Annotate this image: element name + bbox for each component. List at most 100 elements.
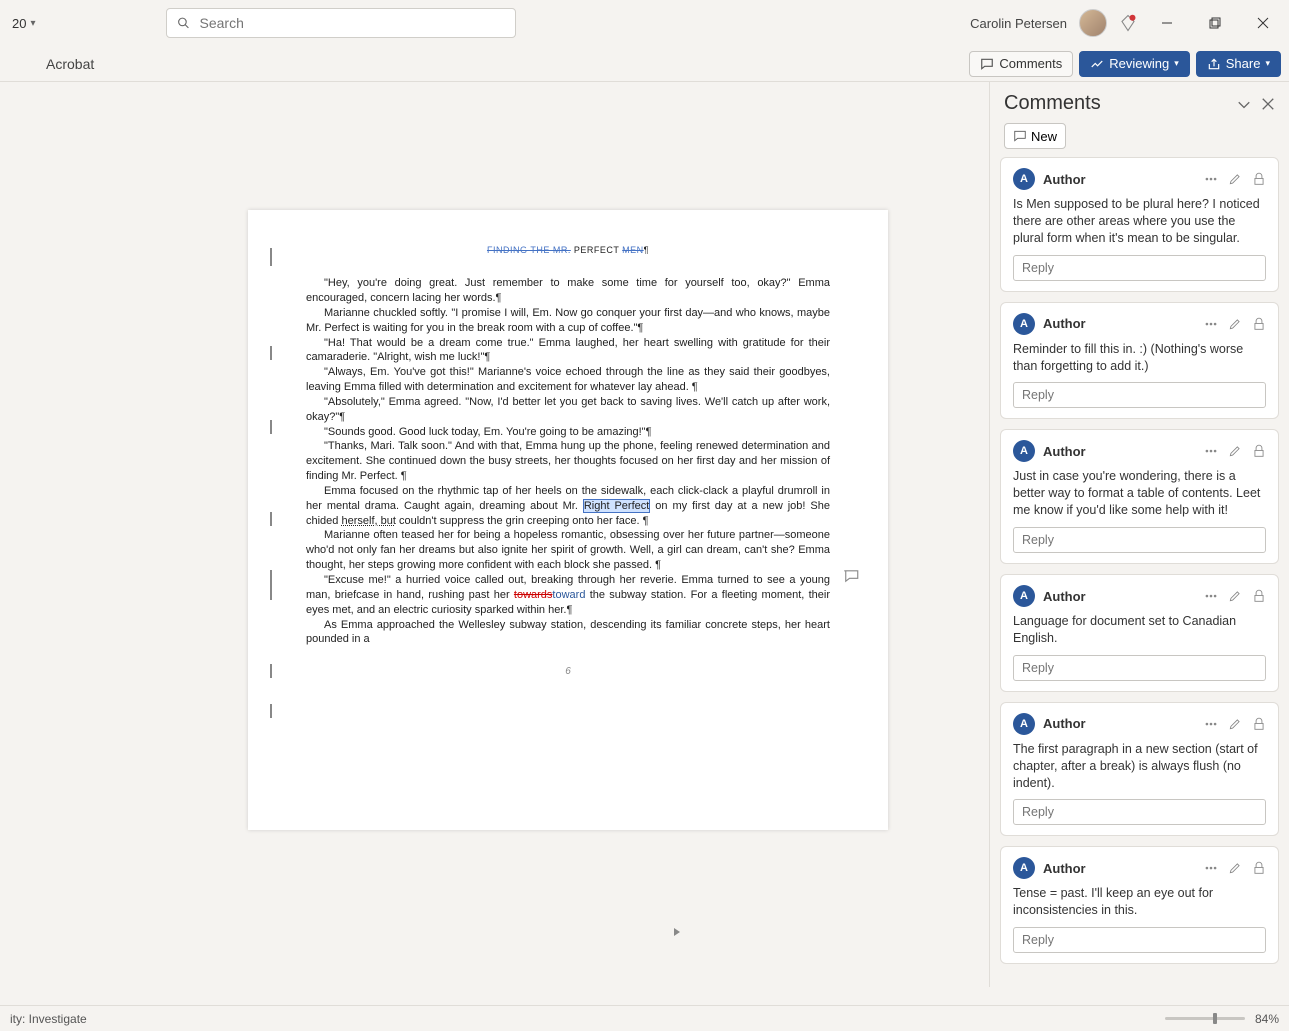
comment-header: A Author [1013, 713, 1266, 735]
document-area[interactable]: FINDING THE MR. PERFECT MEN¶ "Hey, you'r… [0, 82, 989, 987]
new-comment-button[interactable]: New [1004, 123, 1066, 149]
zoom-slider[interactable] [1165, 1017, 1245, 1020]
user-avatar[interactable] [1079, 9, 1107, 37]
comment-actions [1204, 861, 1266, 875]
close-pane-icon[interactable] [1261, 97, 1275, 111]
revision-mark [270, 704, 272, 718]
accessibility-status[interactable]: ity: Investigate [10, 1012, 87, 1026]
resolve-icon[interactable] [1252, 317, 1266, 331]
comments-label: Comments [999, 56, 1062, 71]
revision-mark [270, 664, 272, 678]
tracked-change-highlight: Right Perfect [583, 499, 650, 513]
comment-actions [1204, 172, 1266, 186]
close-button[interactable] [1245, 9, 1281, 37]
edit-icon[interactable] [1228, 589, 1242, 603]
page-number: 6 [306, 665, 830, 679]
inline-comment-marker[interactable] [842, 568, 860, 584]
main-area: FINDING THE MR. PERFECT MEN¶ "Hey, you'r… [0, 82, 1289, 987]
paragraph: "Ha! That would be a dream come true." E… [306, 336, 830, 366]
reply-input[interactable] [1013, 799, 1266, 825]
comment-author: Author [1043, 716, 1086, 731]
search-input[interactable] [200, 15, 505, 31]
zoom-percent[interactable]: 84% [1255, 1012, 1279, 1026]
comment-card[interactable]: A Author Reminder to fill this in. :) (N… [1000, 302, 1279, 420]
ribbon-actions: Comments Reviewing ▾ Share ▾ [969, 51, 1281, 77]
zoom-value: 20 [12, 16, 26, 31]
reply-input[interactable] [1013, 927, 1266, 953]
minimize-button[interactable] [1149, 9, 1185, 37]
comment-avatar: A [1013, 313, 1035, 335]
comment-card[interactable]: A Author Just in case you're wondering, … [1000, 429, 1279, 564]
comment-header: A Author [1013, 313, 1266, 335]
paragraph: "Absolutely," Emma agreed. "Now, I'd bet… [306, 395, 830, 425]
zoom-slider-thumb[interactable] [1213, 1013, 1217, 1024]
header-mid: PERFECT [571, 245, 622, 255]
comment-card[interactable]: A Author Tense = past. I'll keep an eye … [1000, 846, 1279, 964]
reply-input[interactable] [1013, 382, 1266, 408]
tab-acrobat[interactable]: Acrobat [46, 56, 94, 72]
edit-icon[interactable] [1228, 717, 1242, 731]
comment-author: Author [1043, 589, 1086, 604]
more-icon[interactable] [1204, 444, 1218, 458]
resolve-icon[interactable] [1252, 589, 1266, 603]
comment-header: A Author [1013, 168, 1266, 190]
comment-header: A Author [1013, 857, 1266, 879]
comment-card[interactable]: A Author Language for document set to Ca… [1000, 574, 1279, 692]
reply-input[interactable] [1013, 255, 1266, 281]
edit-icon[interactable] [1228, 444, 1242, 458]
share-button[interactable]: Share ▾ [1196, 51, 1281, 77]
restore-button[interactable] [1197, 9, 1233, 37]
comments-button[interactable]: Comments [969, 51, 1073, 77]
font-size-selector[interactable]: 20 ▾ [12, 16, 36, 31]
revision-mark [270, 346, 272, 360]
edit-icon[interactable] [1228, 317, 1242, 331]
titlebar: 20 ▾ Carolin Petersen [0, 0, 1289, 46]
header-strike: FINDING THE MR. [487, 245, 571, 255]
user-name: Carolin Petersen [970, 16, 1067, 31]
more-icon[interactable] [1204, 172, 1218, 186]
header-men: MEN [622, 245, 644, 255]
ribbon: Acrobat Comments Reviewing ▾ Share ▾ [0, 46, 1289, 82]
more-icon[interactable] [1204, 861, 1218, 875]
comment-card[interactable]: A Author The first paragraph in a new se… [1000, 702, 1279, 837]
comment-text: Reminder to fill this in. :) (Nothing's … [1013, 341, 1266, 375]
comment-text: Is Men supposed to be plural here? I not… [1013, 196, 1266, 247]
copilot-icon[interactable] [1119, 14, 1137, 32]
paragraph: Marianne often teased her for being a ho… [306, 528, 830, 573]
comment-card[interactable]: A Author Is Men supposed to be plural he… [1000, 157, 1279, 292]
comments-pane: Comments New A Author Is Men supposed to… [989, 82, 1289, 987]
reviewing-button[interactable]: Reviewing ▾ [1079, 51, 1190, 77]
reply-input[interactable] [1013, 655, 1266, 681]
comment-avatar: A [1013, 585, 1035, 607]
more-icon[interactable] [1204, 717, 1218, 731]
more-icon[interactable] [1204, 589, 1218, 603]
paragraph: "Hey, you're doing great. Just remember … [306, 276, 830, 306]
comment-avatar: A [1013, 857, 1035, 879]
comment-actions [1204, 589, 1266, 603]
comment-author: Author [1043, 861, 1086, 876]
paragraph: As Emma approached the Wellesley subway … [306, 618, 830, 648]
resolve-icon[interactable] [1252, 861, 1266, 875]
resolve-icon[interactable] [1252, 444, 1266, 458]
edit-icon[interactable] [1228, 172, 1242, 186]
comment-avatar: A [1013, 440, 1035, 462]
tracked-insertion: toward [552, 589, 585, 601]
reviewing-icon [1090, 57, 1104, 71]
comment-actions [1204, 717, 1266, 731]
resolve-icon[interactable] [1252, 172, 1266, 186]
chevron-down-icon: ▾ [1174, 58, 1179, 69]
more-icon[interactable] [1204, 317, 1218, 331]
comments-list[interactable]: A Author Is Men supposed to be plural he… [990, 157, 1289, 987]
comments-title: Comments [1004, 92, 1101, 115]
comment-author: Author [1043, 444, 1086, 459]
resolve-icon[interactable] [1252, 717, 1266, 731]
reply-input[interactable] [1013, 527, 1266, 553]
scroll-right-arrow[interactable] [671, 925, 687, 941]
spellcheck-mark: herself, but [341, 515, 395, 527]
document-page: FINDING THE MR. PERFECT MEN¶ "Hey, you'r… [248, 210, 888, 830]
comment-avatar: A [1013, 713, 1035, 735]
collapse-icon[interactable] [1237, 97, 1251, 111]
search-box[interactable] [166, 8, 516, 38]
edit-icon[interactable] [1228, 861, 1242, 875]
comment-avatar: A [1013, 168, 1035, 190]
